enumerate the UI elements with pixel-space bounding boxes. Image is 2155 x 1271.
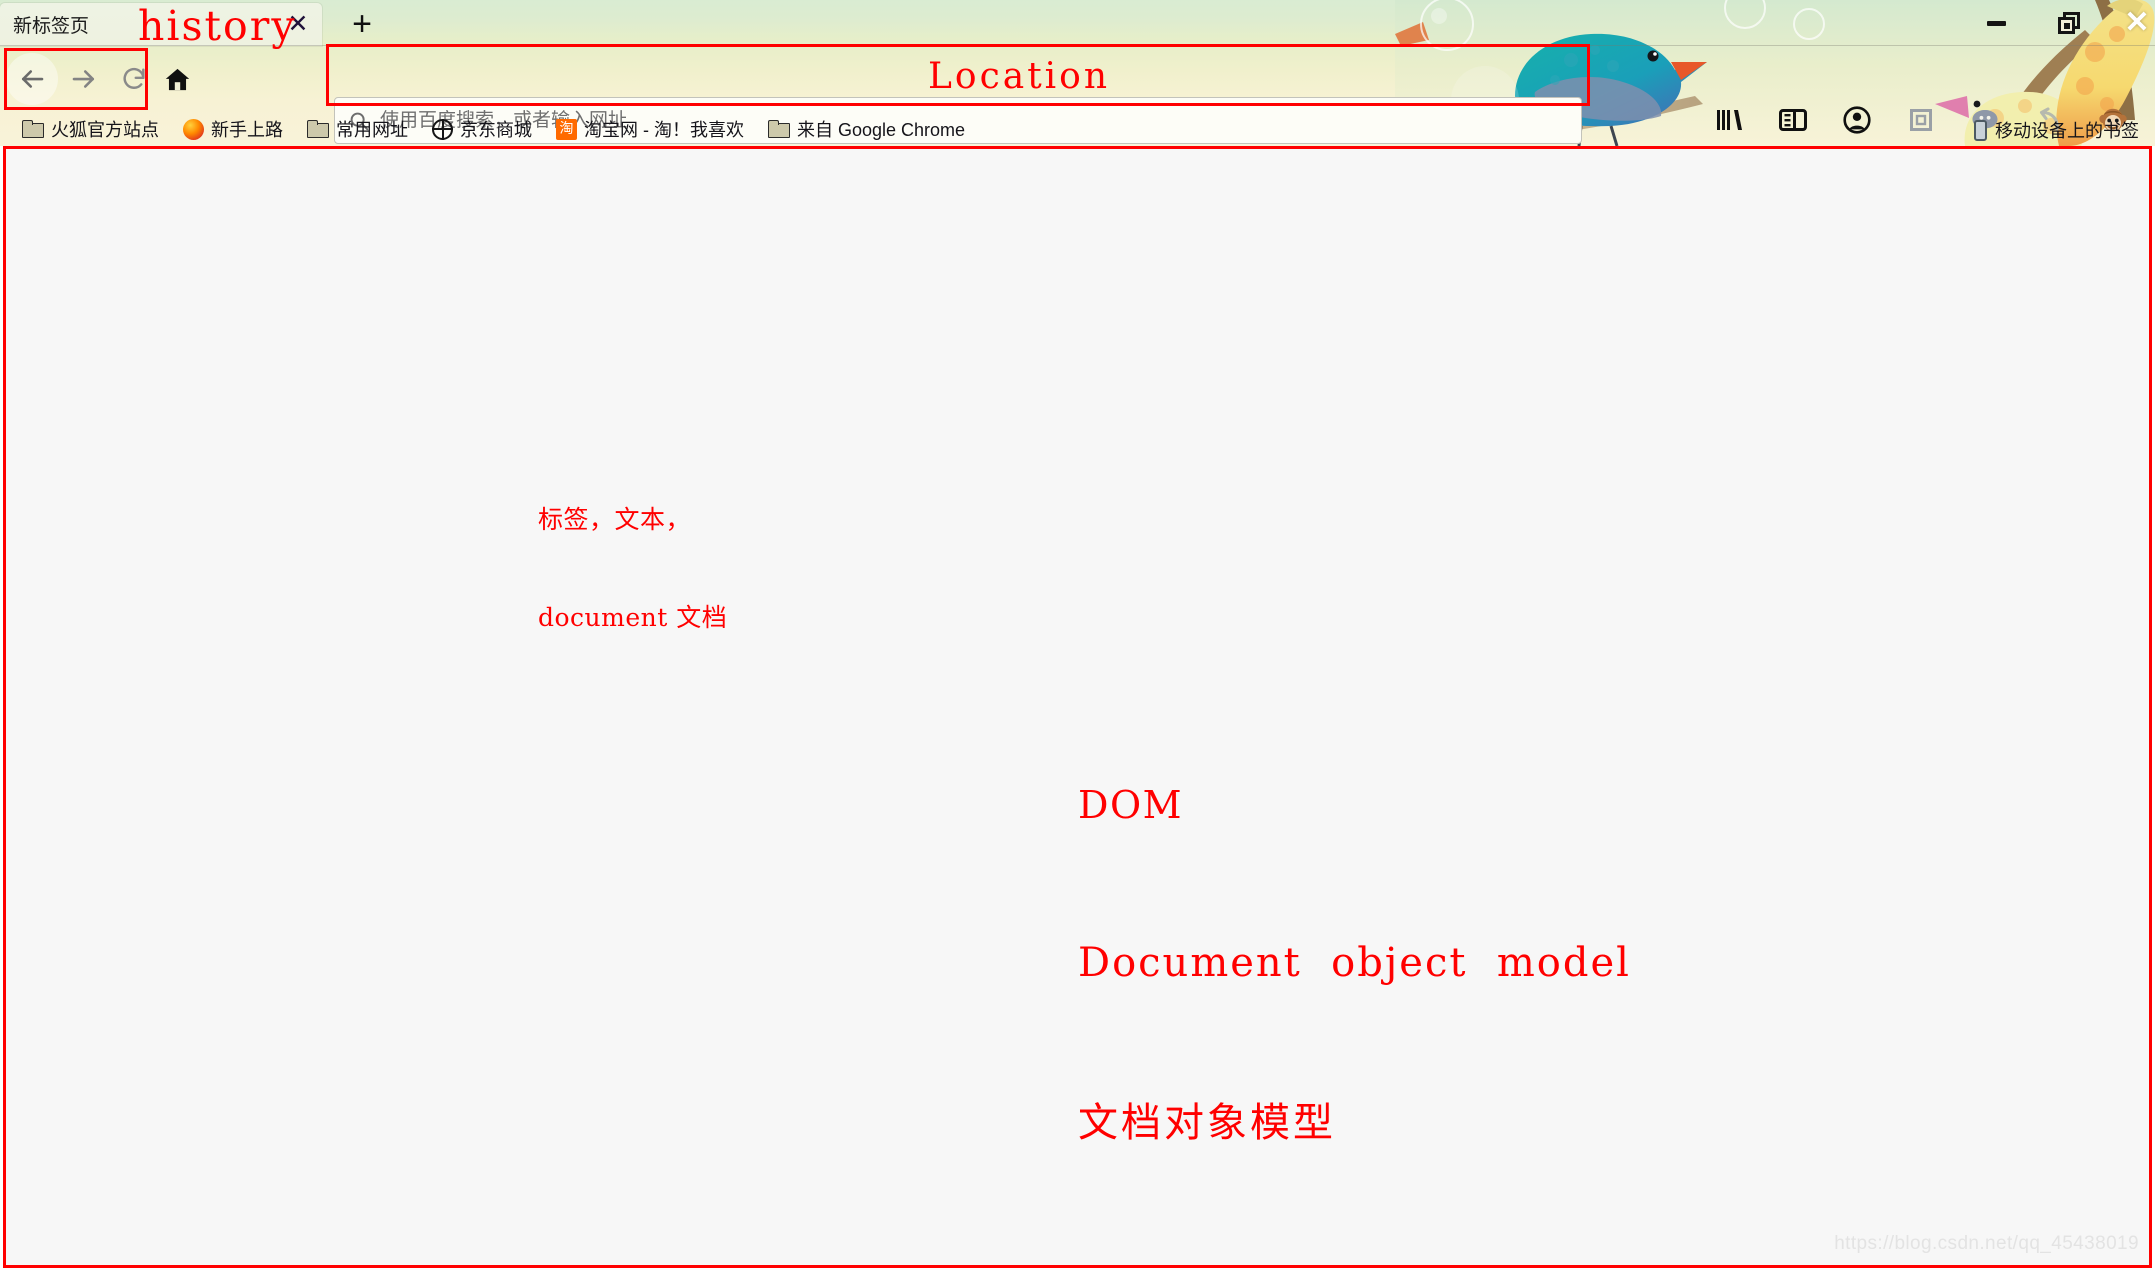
minimize-icon [1986, 20, 2006, 26]
annotation-tags-line1: 标签，文本， [538, 505, 692, 534]
bookmark-label: 常用网址 [336, 120, 408, 140]
navigation-toolbar [0, 46, 2155, 144]
bookmark-label: 火狐官方站点 [51, 120, 159, 140]
taobao-icon: 淘 [556, 118, 577, 140]
restore-button[interactable] [2048, 7, 2090, 39]
tab-new-tab-page[interactable]: 新标签页 ✕ [0, 3, 322, 46]
minimize-button[interactable] [1975, 7, 2017, 39]
browser-window: 新标签页 ✕ + ✕ 使用百度搜索，或者输入网址 火狐官方站点 新手上路 常用网… [0, 0, 2155, 1271]
bookmark-label: 来自 Google Chrome [797, 120, 966, 140]
new-tab-button[interactable]: + [342, 6, 382, 42]
bookmark-item[interactable]: 淘 淘宝网 - 淘！我喜欢 [548, 114, 752, 144]
phone-icon [1974, 119, 1987, 141]
forward-arrow-icon [72, 70, 95, 88]
tab-title: 新标签页 [13, 16, 90, 37]
bookmark-label: 京东商城 [460, 120, 532, 140]
close-icon: ✕ [2124, 6, 2150, 39]
folder-icon [768, 120, 790, 138]
mobile-bookmarks-item[interactable]: 移动设备上的书签 [1974, 117, 2139, 143]
back-button[interactable] [6, 53, 58, 105]
restore-icon [2058, 12, 2080, 34]
bookmarks-toolbar: 火狐官方站点 新手上路 常用网址 京东商城 淘 淘宝网 - 淘！我喜欢 来自 G… [0, 112, 2155, 146]
annotation-dom-line2: Document object model [1078, 940, 1631, 987]
folder-icon [22, 120, 44, 138]
home-button[interactable] [155, 57, 199, 101]
folder-icon [307, 120, 329, 138]
reload-button[interactable] [112, 57, 156, 101]
tab-close-icon[interactable]: ✕ [284, 10, 312, 38]
reload-icon [123, 67, 145, 89]
bookmark-item[interactable]: 火狐官方站点 [14, 114, 167, 144]
forward-button[interactable] [62, 57, 106, 101]
bookmark-item[interactable]: 常用网址 [299, 114, 416, 144]
close-button[interactable]: ✕ [2116, 7, 2155, 39]
globe-icon [432, 118, 453, 140]
bookmark-label: 淘宝网 - 淘！我喜欢 [584, 120, 744, 140]
home-icon [165, 68, 189, 90]
tab-strip: 新标签页 ✕ + ✕ [0, 0, 2155, 46]
annotation-dom-line1: DOM [1078, 783, 1184, 828]
annotation-dom-line3: 文档对象模型 [1078, 1099, 1336, 1146]
watermark: https://blog.csdn.net/qq_45438019 [1834, 1233, 2139, 1254]
bookmark-item[interactable]: 来自 Google Chrome [760, 114, 973, 144]
annotation-tags-line2: document 文档 [538, 602, 728, 632]
firefox-icon [183, 118, 204, 140]
bookmark-label: 新手上路 [211, 120, 283, 140]
browser-chrome: 新标签页 ✕ + ✕ 使用百度搜索，或者输入网址 火狐官方站点 新手上路 常用网… [0, 0, 2155, 146]
back-arrow-icon [21, 70, 44, 88]
bookmark-item[interactable]: 新手上路 [175, 114, 291, 144]
annotation-tags-text: 标签，文本， document 文档 [538, 439, 727, 699]
bookmark-item[interactable]: 京东商城 [424, 114, 540, 144]
annotation-dom-text: DOM Document object model 文档对象模型 [1078, 674, 1631, 1256]
page-content-area: 标签，文本， document 文档 DOM Document object m… [3, 146, 2152, 1268]
mobile-bookmarks-label: 移动设备上的书签 [1995, 121, 2139, 141]
